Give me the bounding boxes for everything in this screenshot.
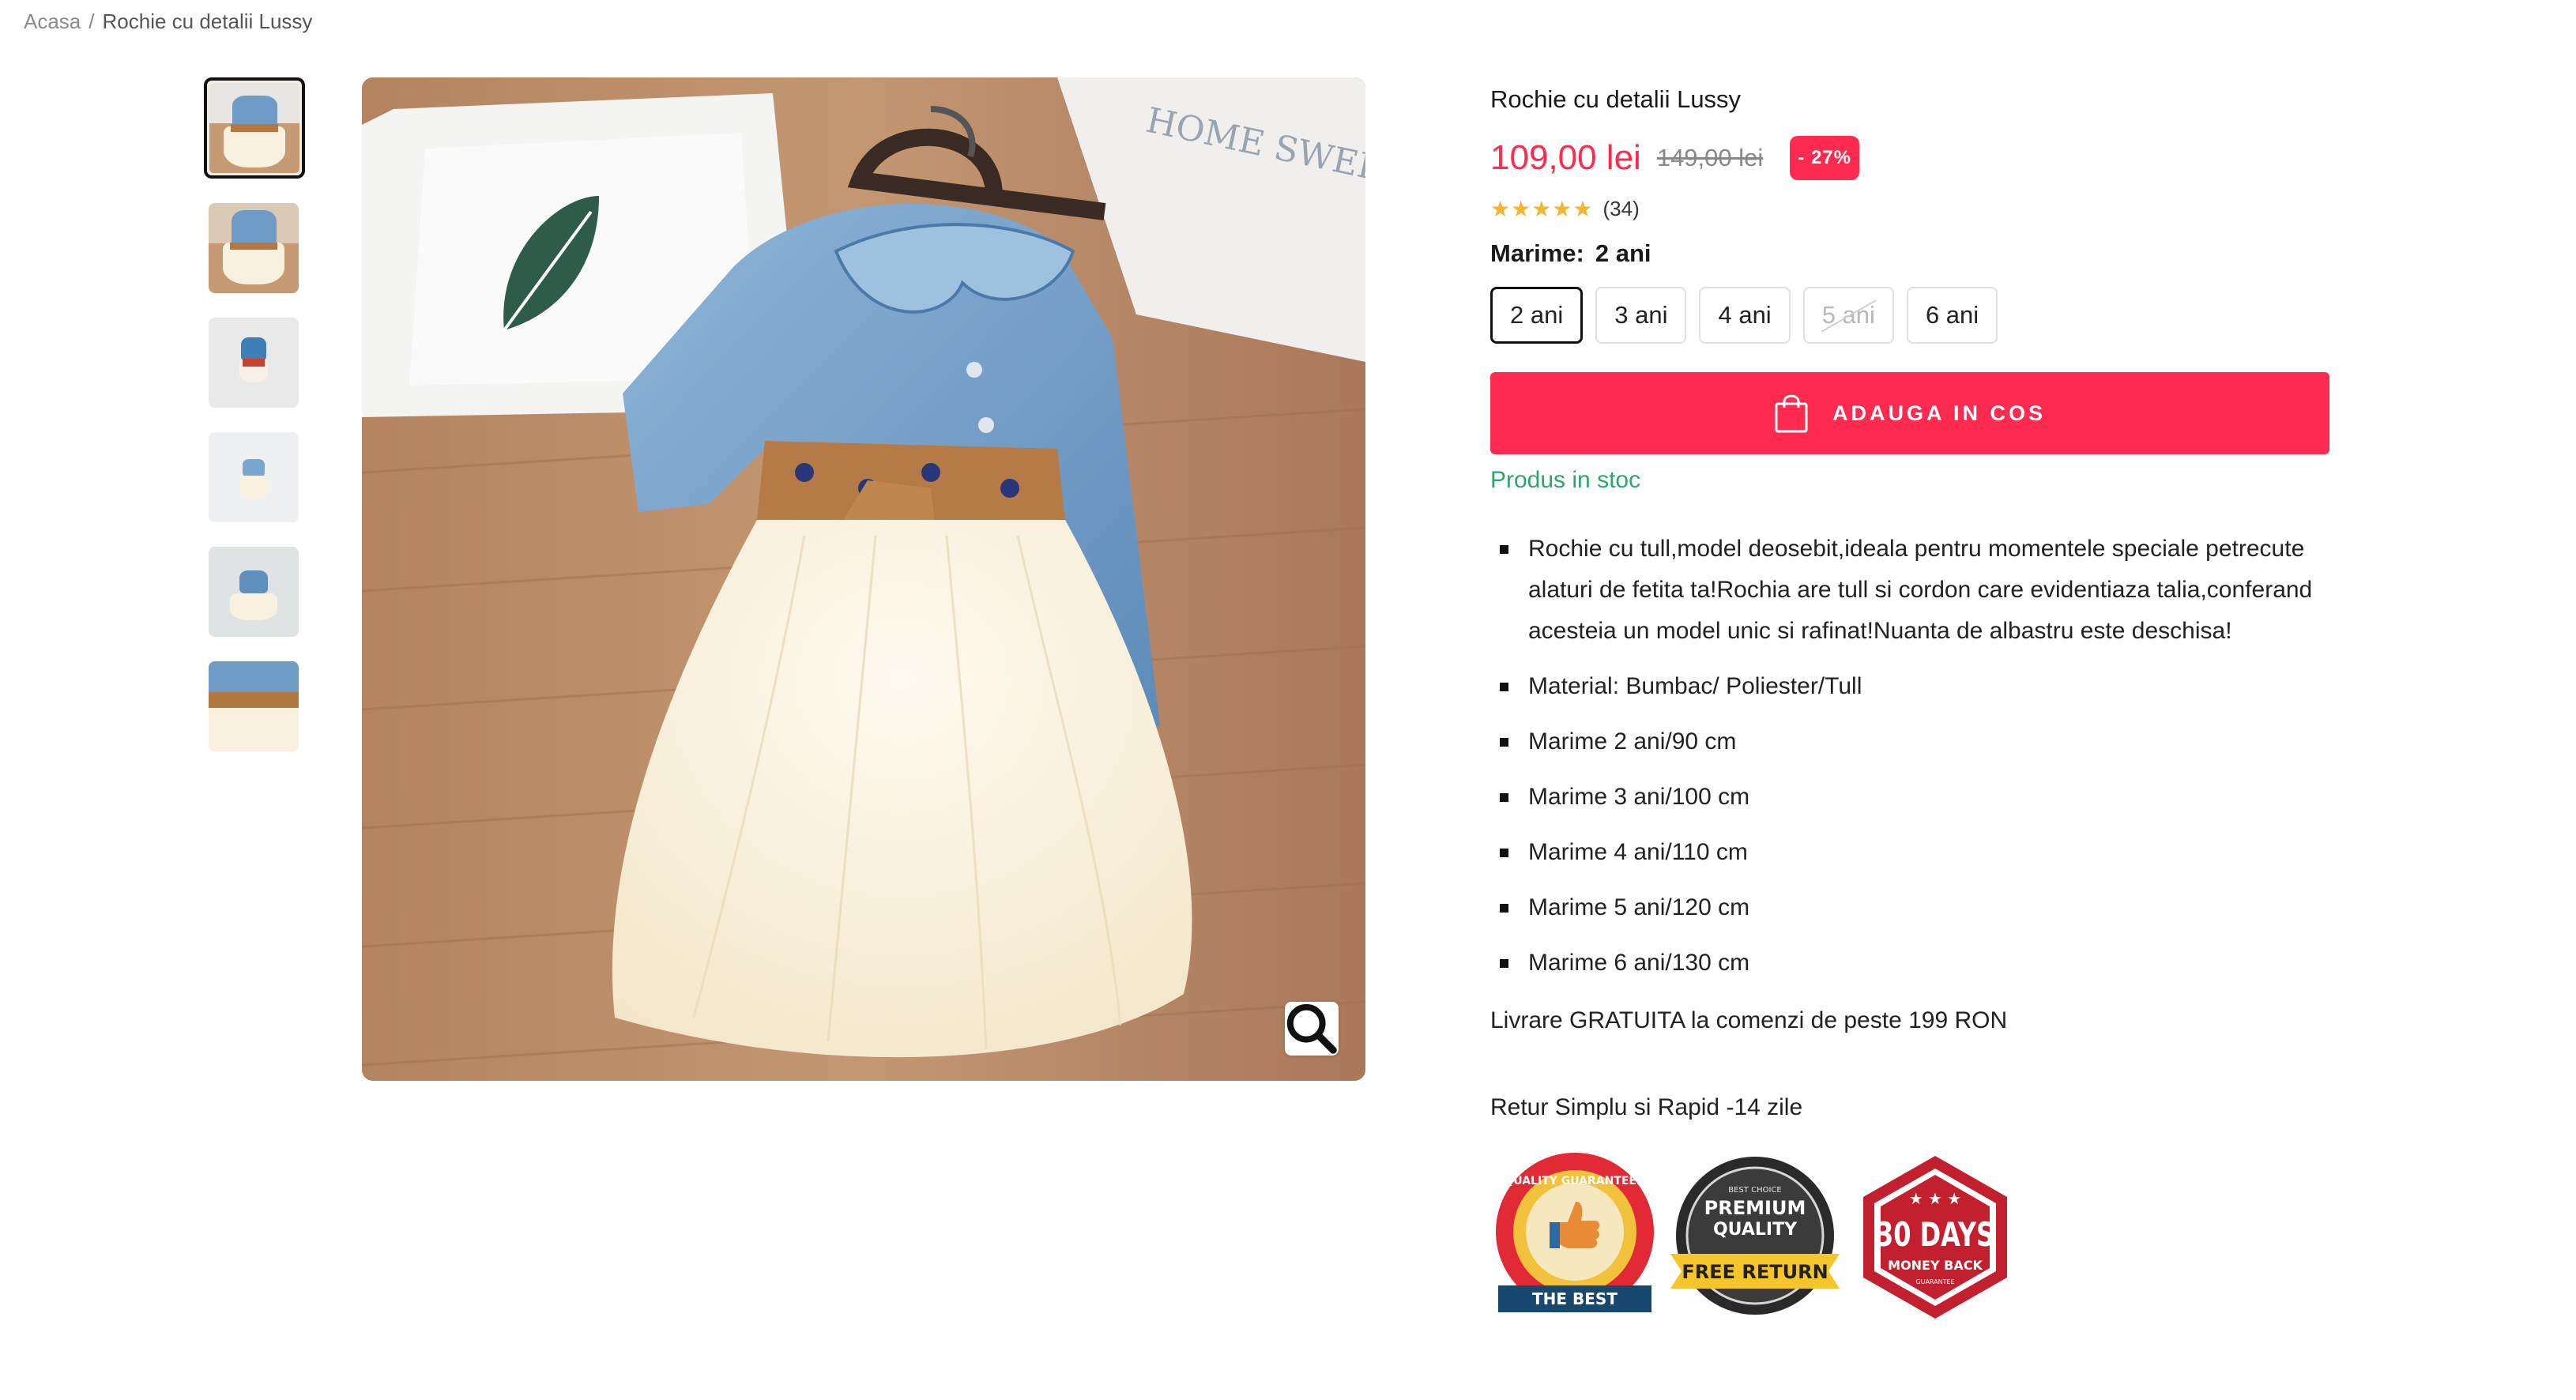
- description-item: Marime 4 ani/110 cm: [1490, 832, 2328, 873]
- badge-30-days-big: 30 DAYS: [1876, 1215, 1994, 1254]
- description-item: Marime 5 ani/120 cm: [1490, 887, 2328, 928]
- breadcrumb-current: Rochie cu detalii Lussy: [102, 9, 313, 33]
- star-icon: ★ ★ ★: [1909, 1189, 1962, 1208]
- badge-premium-ribbon: FREE RETURN: [1682, 1261, 1828, 1283]
- thumbnail-6[interactable]: [209, 661, 299, 751]
- delivery-info: Livrare GRATUITA la comenzi de peste 199…: [1490, 1007, 2008, 1033]
- quality-guaranteed-badge: QUALITY GUARANTEED THE BEST: [1496, 1153, 1654, 1312]
- size-label-text: Marime:: [1490, 239, 1584, 267]
- badge-30-days-tiny: GUARANTEE: [1915, 1278, 1954, 1285]
- discount-badge: - 27%: [1790, 136, 1859, 180]
- zoom-button[interactable]: [1285, 1002, 1339, 1056]
- old-price: 149,00 lei: [1656, 144, 1764, 171]
- size-option-6-ani[interactable]: 6 ani: [1906, 287, 1998, 344]
- description-item: Rochie cu tull,model deosebit,ideala pen…: [1490, 529, 2328, 652]
- badge-quality-ribbon: THE BEST: [1532, 1289, 1618, 1308]
- size-selected-value: 2 ani: [1595, 239, 1651, 267]
- product-info: Rochie cu detalii Lussy 109,00 lei 149,0…: [1490, 77, 2329, 1322]
- breadcrumb: Acasa / Rochie cu detalii Lussy: [24, 9, 312, 34]
- size-option-3-ani[interactable]: 3 ani: [1595, 287, 1687, 344]
- description-item: Marime 2 ani/90 cm: [1490, 721, 2328, 762]
- premium-quality-badge: BEST CHOICE PREMIUM QUALITY FREE RETURN: [1670, 1157, 1840, 1315]
- size-selector: 2 ani 3 ani 4 ani 5 ani 6 ani: [1490, 287, 2328, 344]
- badge-quality-top-text: QUALITY GUARANTEED: [1504, 1175, 1645, 1187]
- thumbnail-5[interactable]: [209, 547, 299, 637]
- size-label: Marime: 2 ani: [1490, 239, 2328, 268]
- stock-status: Produs in stoc: [1490, 467, 1641, 493]
- thumbnail-1[interactable]: [204, 77, 305, 179]
- product-title: Rochie cu detalii Lussy: [1490, 85, 1742, 113]
- badge-premium-line1: PREMIUM: [1704, 1197, 1806, 1219]
- returns-info: Retur Simplu si Rapid -14 zile: [1490, 1094, 1803, 1120]
- add-to-cart-label: ADAUGA IN COS: [1832, 401, 2046, 425]
- badge-30-days-sub: MONEY BACK: [1888, 1258, 1983, 1273]
- badge-premium-small: BEST CHOICE: [1728, 1186, 1781, 1195]
- size-option-2-ani[interactable]: 2 ani: [1490, 287, 1584, 344]
- thumbnail-2[interactable]: [209, 203, 299, 293]
- dress-illustration: HOME SWEET HOME: [362, 77, 1365, 1081]
- description-list: Rochie cu tull,model deosebit,ideala pen…: [1490, 529, 2328, 984]
- shopping-bag-icon: [1775, 394, 1808, 433]
- rating-count: (34): [1602, 197, 1640, 220]
- badge-premium-line2: QUALITY: [1713, 1220, 1798, 1240]
- thumbnail-4[interactable]: [209, 432, 299, 522]
- description-item: Marime 3 ani/100 cm: [1490, 777, 2328, 818]
- 30-days-badge: ★ ★ ★ 30 DAYS MONEY BACK GUARANTEE: [1863, 1156, 2007, 1319]
- star-rating-icon: ★★★★★: [1490, 197, 1594, 221]
- add-to-cart-button[interactable]: ADAUGA IN COS: [1490, 372, 2329, 454]
- description-item: Material: Bumbac/ Poliester/Tull: [1490, 666, 2328, 707]
- search-icon: [1286, 1003, 1337, 1054]
- size-option-4-ani[interactable]: 4 ani: [1699, 287, 1791, 344]
- thumbnail-3[interactable]: [209, 318, 299, 408]
- price-row: 109,00 lei 149,00 lei - 27%: [1490, 136, 2328, 180]
- current-price: 109,00 lei: [1490, 138, 1641, 177]
- thumbnail-list: [204, 77, 305, 776]
- breadcrumb-home-link[interactable]: Acasa: [24, 9, 81, 33]
- description-item: Marime 6 ani/130 cm: [1490, 943, 2328, 984]
- breadcrumb-separator: /: [89, 9, 95, 33]
- trust-badges: QUALITY GUARANTEED THE BEST BEST CHOICE …: [1490, 1153, 2328, 1322]
- rating[interactable]: ★★★★★ (34): [1490, 196, 2328, 222]
- main-product-image[interactable]: HOME SWEET HOME: [362, 77, 1365, 1081]
- size-option-5-ani[interactable]: 5 ani: [1802, 287, 1894, 344]
